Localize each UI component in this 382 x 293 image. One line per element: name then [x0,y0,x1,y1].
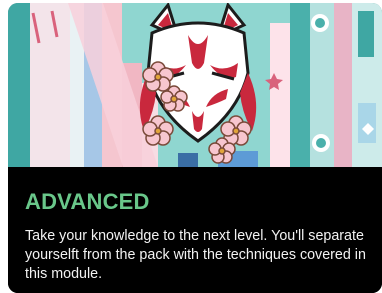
kitsune-mask-illustration [8,3,382,167]
module-description: Take your knowledge to the next level. Y… [25,228,366,282]
module-card[interactable]: ADVANCED Take your knowledge to the next… [8,3,382,293]
module-info-panel: ADVANCED Take your knowledge to the next… [8,167,382,293]
module-illustration [8,3,382,167]
module-level-title: ADVANCED [25,189,150,214]
